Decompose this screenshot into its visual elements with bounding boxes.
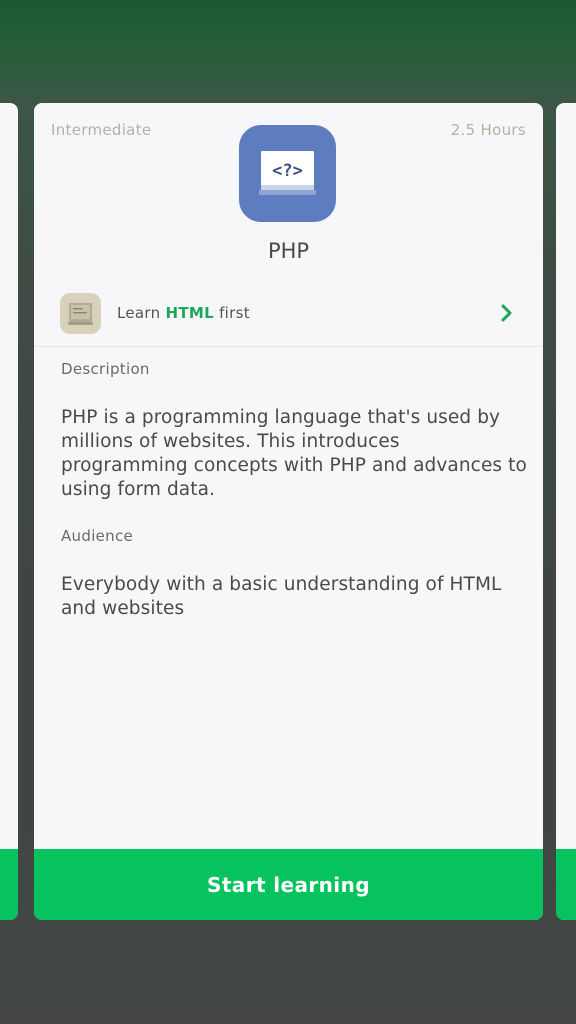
- svg-text:<?>: <?>: [272, 161, 303, 181]
- prerequisite-course: HTML: [165, 304, 214, 322]
- php-code-book-icon: <?>: [239, 125, 336, 222]
- html-book-icon: [60, 293, 101, 334]
- prerequisite-suffix: first: [219, 304, 250, 322]
- prerequisite-text: Learn HTML first: [117, 304, 250, 322]
- audience-text: Everybody with a basic understanding of …: [61, 574, 502, 619]
- description-heading: Description: [61, 360, 150, 378]
- audience-heading: Audience: [61, 527, 134, 545]
- next-course-card[interactable]: [556, 103, 576, 920]
- previous-course-card[interactable]: [0, 103, 18, 920]
- next-card-start-button[interactable]: [556, 849, 576, 920]
- previous-card-start-button[interactable]: [0, 849, 18, 920]
- course-level: Intermediate: [51, 121, 152, 139]
- chevron-right-icon[interactable]: [499, 302, 515, 324]
- description-text: PHP is a programming language that's use…: [61, 407, 527, 500]
- course-duration: 2.5 Hours: [450, 121, 526, 139]
- course-card: Intermediate 2.5 Hours <?> PHP Learn HTM…: [34, 103, 543, 920]
- course-title: PHP: [267, 239, 310, 263]
- prerequisite-prefix: Learn: [117, 304, 161, 322]
- prerequisite-row[interactable]: Learn HTML first: [34, 289, 543, 347]
- start-learning-button[interactable]: Start learning: [34, 849, 543, 920]
